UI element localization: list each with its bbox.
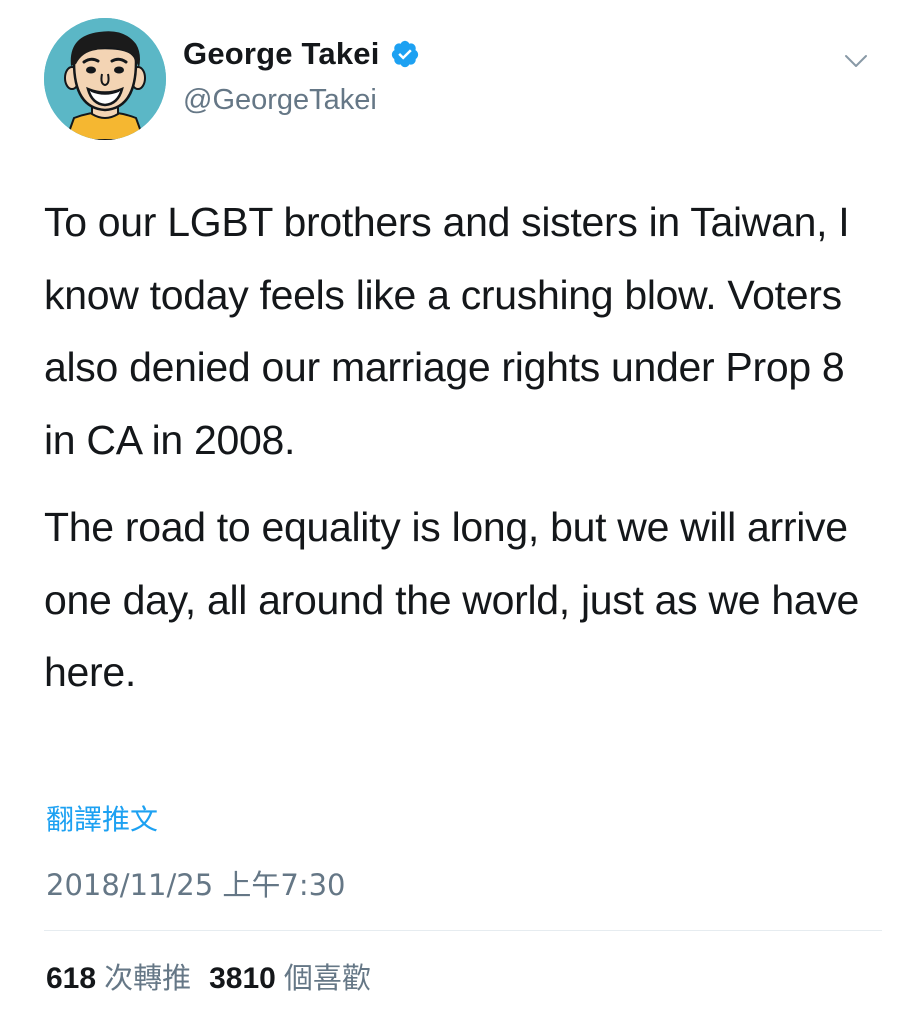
- tweet-menu-button[interactable]: [838, 46, 874, 76]
- verified-badge-icon: [390, 39, 420, 69]
- avatar[interactable]: [44, 18, 166, 140]
- retweets-count: 618: [46, 962, 97, 995]
- author-name-row[interactable]: George Takei: [183, 36, 420, 72]
- retweets-stat[interactable]: 618 次轉推: [46, 955, 191, 997]
- chevron-down-icon: [845, 55, 867, 67]
- tweet-stats: 618 次轉推 3810 個喜歡: [46, 955, 371, 997]
- tweet-paragraph: The road to equality is long, but we wil…: [44, 504, 860, 695]
- tweet-paragraph: To our LGBT brothers and sisters in Taiw…: [44, 199, 850, 463]
- tweet-timestamp[interactable]: 2018/11/25 上午7:30: [46, 862, 346, 904]
- author-display-name[interactable]: George Takei: [183, 36, 380, 72]
- divider: [44, 930, 882, 931]
- translate-tweet-link[interactable]: 翻譯推文: [46, 798, 158, 838]
- retweets-label: 次轉推: [104, 961, 192, 995]
- tweet-text: To our LGBT brothers and sisters in Taiw…: [44, 186, 874, 709]
- author-handle[interactable]: @GeorgeTakei: [183, 84, 377, 117]
- likes-count: 3810: [209, 962, 276, 995]
- avatar-image: [44, 18, 166, 140]
- likes-label: 個喜歡: [283, 961, 371, 995]
- likes-stat[interactable]: 3810 個喜歡: [209, 955, 371, 997]
